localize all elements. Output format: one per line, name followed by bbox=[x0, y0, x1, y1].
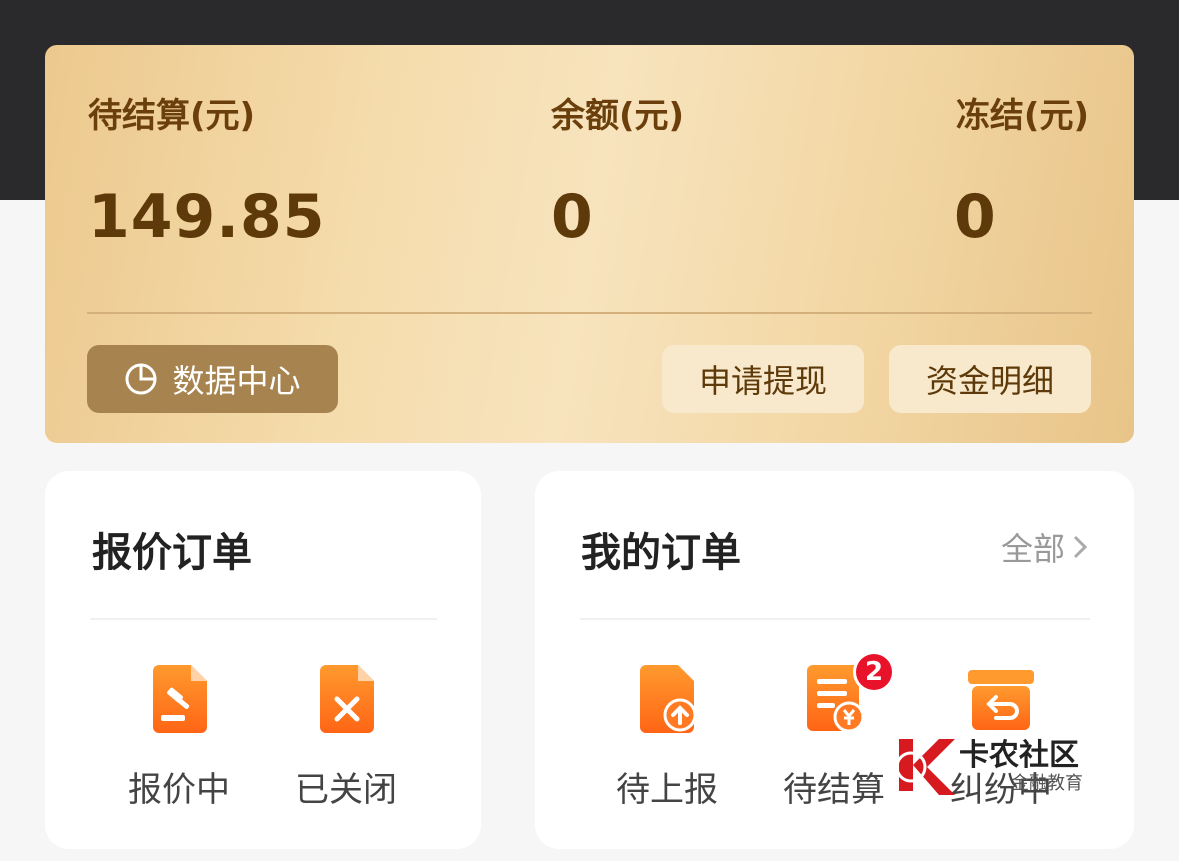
wallet-divider bbox=[87, 312, 1092, 314]
pending-settlement-label[interactable]: 待结算 bbox=[764, 762, 904, 811]
closed-document-icon[interactable] bbox=[320, 665, 374, 733]
closed-label[interactable]: 已关闭 bbox=[276, 762, 416, 811]
frozen-label: 冻结(元) bbox=[955, 96, 1089, 136]
pending-value: 149.85 bbox=[88, 182, 326, 252]
pie-chart-icon bbox=[125, 363, 157, 395]
settlement-count-badge: 2 bbox=[856, 654, 892, 690]
watermark-subtext: 金融教育 bbox=[1011, 773, 1083, 794]
watermark-logo: 卡农社区 金融教育 bbox=[895, 735, 1095, 803]
fund-detail-label: 资金明细 bbox=[925, 362, 1054, 400]
quoting-label[interactable]: 报价中 bbox=[109, 762, 249, 811]
frozen-value: 0 bbox=[954, 182, 997, 252]
kanong-logo-icon: 卡农社区 金融教育 bbox=[895, 738, 1083, 795]
my-orders-divider bbox=[580, 618, 1090, 620]
view-all-link[interactable]: 全部 bbox=[1001, 524, 1089, 570]
chevron-right-icon bbox=[1073, 535, 1088, 559]
gavel-document-icon[interactable] bbox=[153, 665, 207, 733]
balance-value: 0 bbox=[551, 182, 594, 252]
quote-orders-divider bbox=[90, 618, 437, 620]
quote-orders-title: 报价订单 bbox=[92, 530, 252, 576]
pending-report-label[interactable]: 待上报 bbox=[597, 762, 737, 811]
pending-label: 待结算(元) bbox=[88, 96, 256, 136]
balance-label: 余额(元) bbox=[551, 96, 685, 136]
fund-detail-button[interactable]: 资金明细 bbox=[889, 345, 1091, 413]
data-center-button[interactable]: 数据中心 bbox=[87, 345, 338, 413]
withdraw-button[interactable]: 申请提现 bbox=[662, 345, 864, 413]
watermark-text: 卡农社区 bbox=[959, 738, 1079, 773]
return-box-icon[interactable] bbox=[968, 670, 1034, 730]
upload-document-icon[interactable] bbox=[640, 665, 698, 733]
view-all-label: 全部 bbox=[1000, 530, 1065, 568]
my-orders-title: 我的订单 bbox=[581, 530, 741, 576]
data-center-label: 数据中心 bbox=[172, 362, 301, 400]
withdraw-label: 申请提现 bbox=[698, 362, 827, 400]
